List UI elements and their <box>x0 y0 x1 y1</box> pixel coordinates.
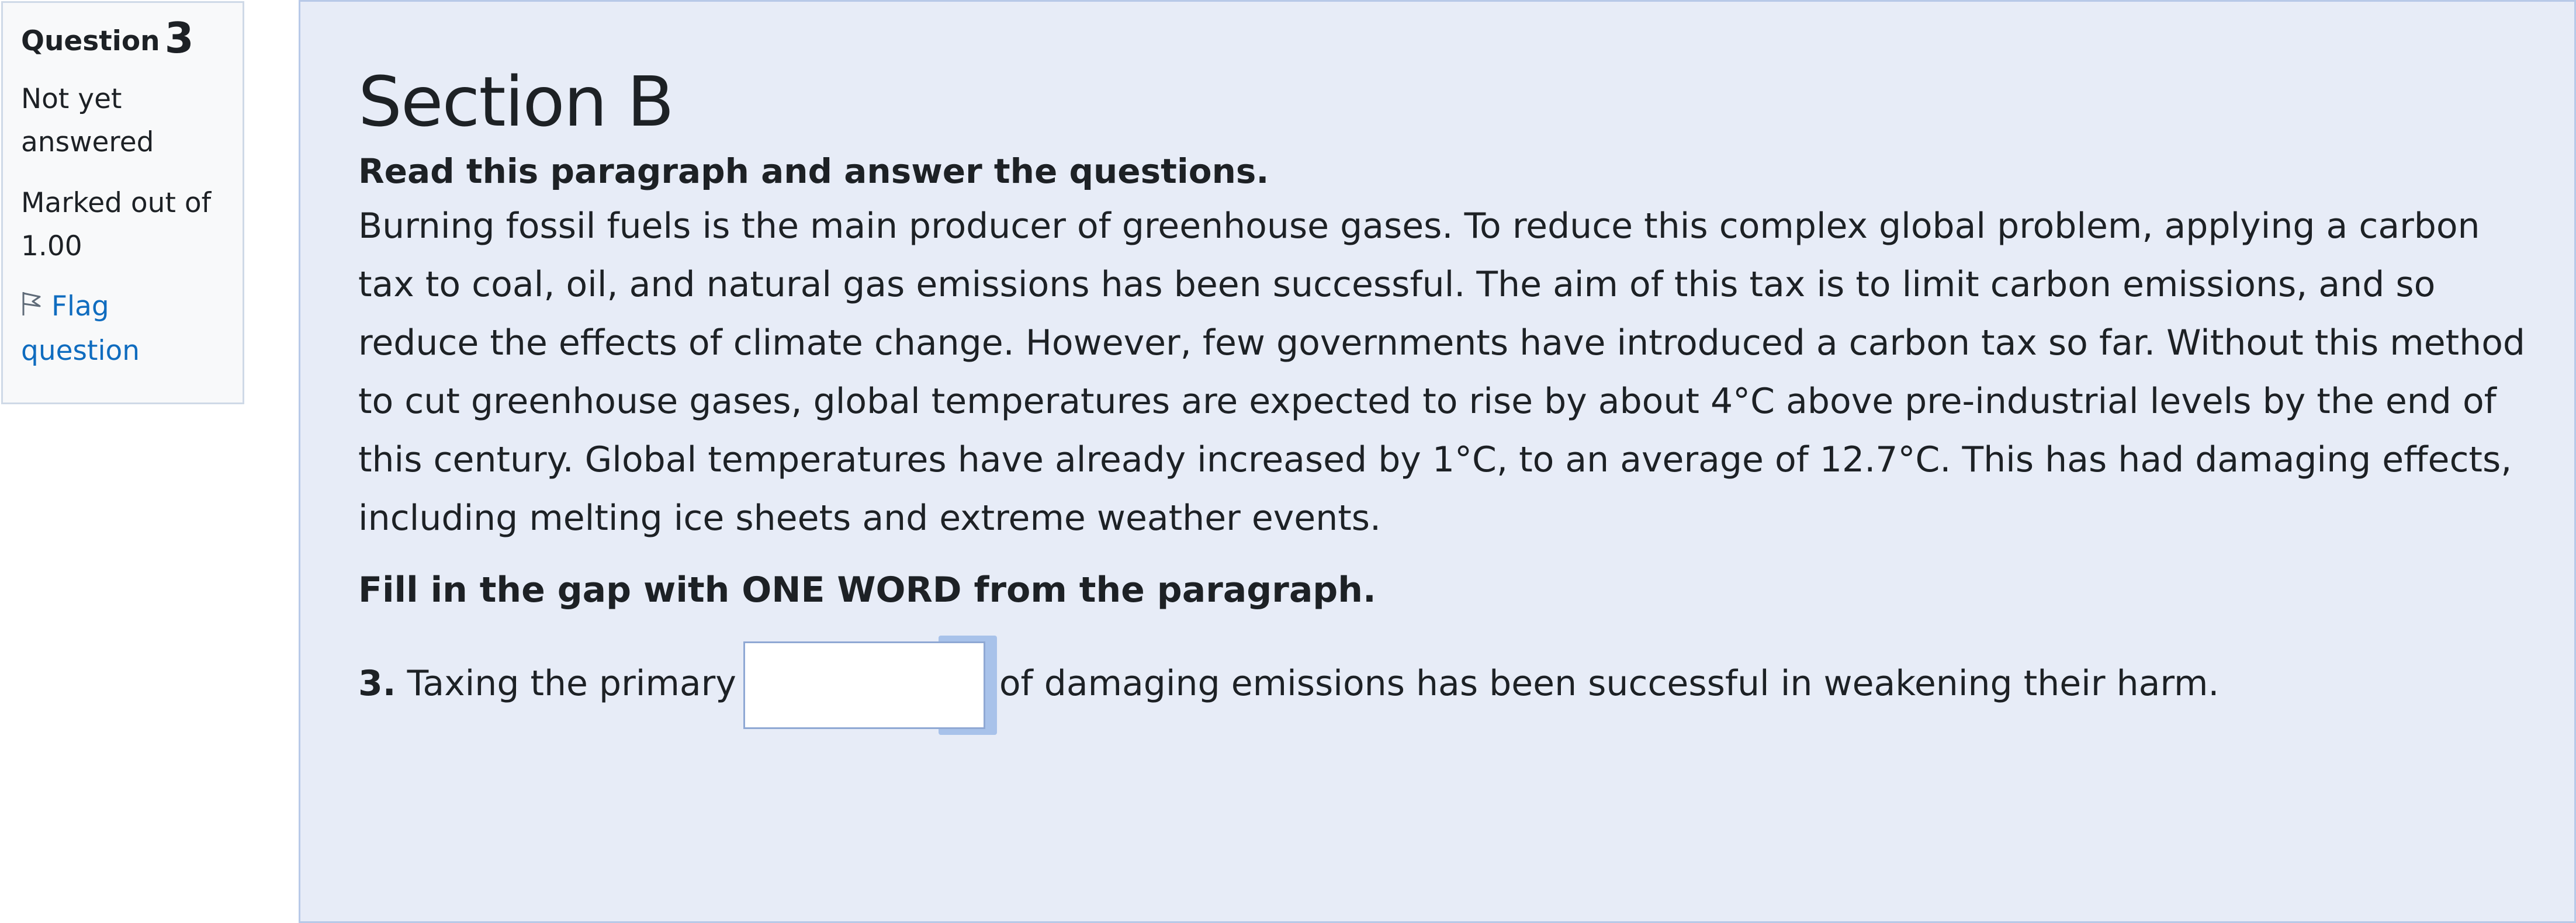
question-text-after: of damaging emissions has been successfu… <box>999 663 2220 704</box>
reading-paragraph: Burning fossil fuels is the main produce… <box>358 206 2525 539</box>
question-label: Question <box>21 25 160 57</box>
question-content-panel: Section B Read this paragraph and answer… <box>299 0 2576 923</box>
question-item-number: 3. <box>358 663 396 704</box>
answer-input[interactable] <box>743 641 985 730</box>
answer-gap <box>743 636 997 735</box>
section-title: Section B <box>358 61 674 142</box>
question-text-before: Taxing the primary <box>407 663 736 704</box>
question-grade: Marked out of 1.00 <box>21 187 212 262</box>
gap-fill-question: 3. Taxing the primary of damaging emissio… <box>358 636 2539 735</box>
question-number: 3 <box>164 13 194 63</box>
question-state: Not yet answered <box>21 83 154 158</box>
flag-icon <box>21 286 42 315</box>
flag-question-link[interactable]: Flag question <box>21 284 225 373</box>
reading-instruction: Read this paragraph and answer the quest… <box>358 151 1269 191</box>
question-info-panel: Question 3 Not yet answered Marked out of… <box>1 1 244 404</box>
question-number-heading: Question 3 <box>21 17 225 60</box>
gap-instruction: Fill in the gap with ONE WORD from the p… <box>358 570 1376 610</box>
